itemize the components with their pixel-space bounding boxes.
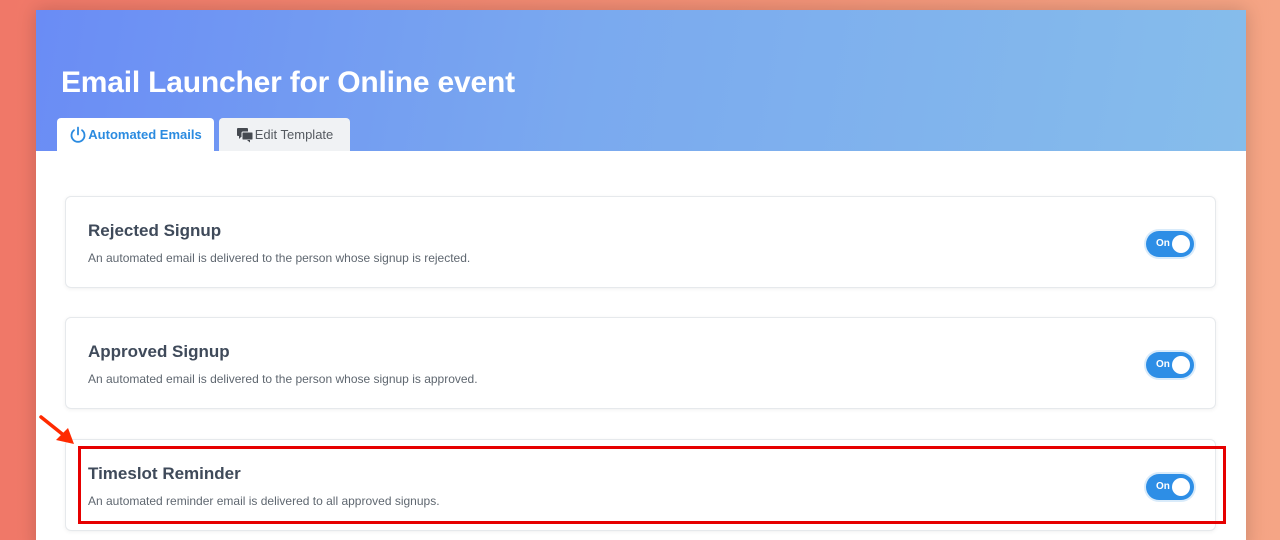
email-launcher-panel: Email Launcher for Online event Automate… [36, 10, 1246, 540]
card-rejected-signup: Rejected Signup An automated email is de… [65, 196, 1216, 288]
card-approved-signup: Approved Signup An automated email is de… [65, 317, 1216, 409]
approved-signup-toggle[interactable]: On [1146, 352, 1194, 378]
toggle-knob [1172, 235, 1190, 253]
chat-bubbles-icon [236, 127, 254, 143]
toggle-label: On [1156, 359, 1170, 370]
page-header: Email Launcher for Online event Automate… [36, 10, 1246, 151]
timeslot-reminder-toggle[interactable]: On [1146, 474, 1194, 500]
tab-edit-template[interactable]: Edit Template [219, 118, 350, 151]
card-description: An automated email is delivered to the p… [88, 251, 471, 265]
annotation-arrow-icon [39, 415, 74, 444]
card-title: Rejected Signup [88, 221, 222, 240]
card-description: An automated reminder email is delivered… [88, 494, 440, 508]
toggle-label: On [1156, 481, 1170, 492]
toggle-knob [1172, 356, 1190, 374]
card-title: Approved Signup [88, 342, 230, 361]
toggle-label: On [1156, 238, 1170, 249]
card-timeslot-reminder: Timeslot Reminder An automated reminder … [65, 439, 1216, 531]
toggle-knob [1172, 478, 1190, 496]
tab-label: Automated Emails [88, 127, 202, 142]
tab-automated-emails[interactable]: Automated Emails [57, 118, 214, 151]
tab-label: Edit Template [254, 127, 334, 142]
rejected-signup-toggle[interactable]: On [1146, 231, 1194, 257]
power-icon [69, 126, 87, 144]
page-title: Email Launcher for Online event [61, 66, 515, 99]
card-title: Timeslot Reminder [88, 464, 241, 483]
card-description: An automated email is delivered to the p… [88, 372, 478, 386]
